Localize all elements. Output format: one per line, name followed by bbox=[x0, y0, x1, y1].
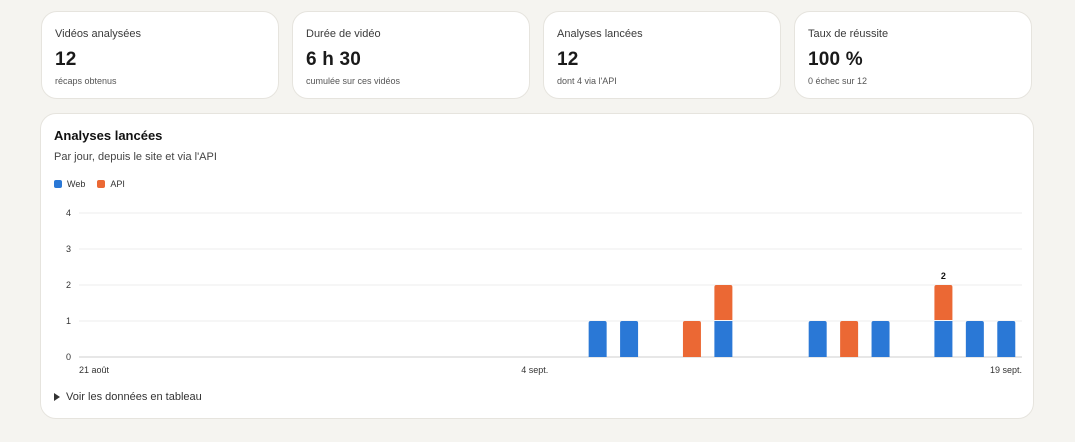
bar-api bbox=[714, 285, 733, 320]
stat-value: 12 bbox=[55, 49, 77, 70]
bar-web bbox=[588, 321, 607, 357]
bar-web bbox=[965, 321, 984, 357]
y-tick-label: 4 bbox=[66, 208, 71, 218]
stat-card-success-rate: Taux de réussite 100 % 0 échec sur 12 bbox=[794, 11, 1032, 99]
stat-sub: récaps obtenus bbox=[55, 76, 117, 86]
stat-label: Vidéos analysées bbox=[55, 28, 142, 40]
bar-api bbox=[840, 321, 859, 357]
disclosure-triangle-icon bbox=[54, 393, 60, 401]
bar-web bbox=[714, 321, 733, 357]
y-tick-label: 2 bbox=[66, 280, 71, 290]
x-tick-label: 4 sept. bbox=[521, 365, 548, 375]
stat-card-videos: Vidéos analysées 12 récaps obtenus bbox=[41, 11, 279, 99]
data-table-toggle[interactable]: Voir les données en tableau bbox=[54, 391, 202, 403]
y-tick-label: 0 bbox=[66, 352, 71, 362]
stat-sub: dont 4 via l'API bbox=[557, 76, 617, 86]
data-label: 2 bbox=[941, 271, 946, 281]
stat-card-duration: Durée de vidéo 6 h 30 cumulée sur ces vi… bbox=[292, 11, 530, 99]
stat-value: 6 h 30 bbox=[306, 49, 362, 70]
bar-web bbox=[934, 321, 953, 357]
bar-web bbox=[997, 321, 1016, 357]
y-tick-label: 1 bbox=[66, 316, 71, 326]
stat-label: Durée de vidéo bbox=[306, 28, 381, 40]
data-table-toggle-label: Voir les données en tableau bbox=[66, 391, 202, 403]
bar-api bbox=[682, 321, 701, 357]
stat-label: Analyses lancées bbox=[557, 28, 643, 40]
bar-web bbox=[808, 321, 827, 357]
bar-web bbox=[620, 321, 639, 357]
y-tick-label: 3 bbox=[66, 244, 71, 254]
stat-sub: 0 échec sur 12 bbox=[808, 76, 868, 86]
stat-value: 100 % bbox=[808, 49, 863, 70]
bar-chart: 0 1 2 3 4 21 août 4 sept. 19 sept. 2 bbox=[66, 208, 1022, 375]
bar-web bbox=[871, 321, 890, 357]
x-tick-label: 19 sept. bbox=[990, 365, 1022, 375]
x-tick-label: 21 août bbox=[79, 365, 110, 375]
bar-api bbox=[934, 285, 953, 320]
stat-value: 12 bbox=[557, 49, 579, 70]
stat-label: Taux de réussite bbox=[808, 28, 889, 40]
stat-sub: cumulée sur ces vidéos bbox=[306, 76, 401, 86]
chart-card: Analyses lancées Par jour, depuis le sit… bbox=[40, 113, 1034, 419]
stat-card-analyses: Analyses lancées 12 dont 4 via l'API bbox=[543, 11, 781, 99]
